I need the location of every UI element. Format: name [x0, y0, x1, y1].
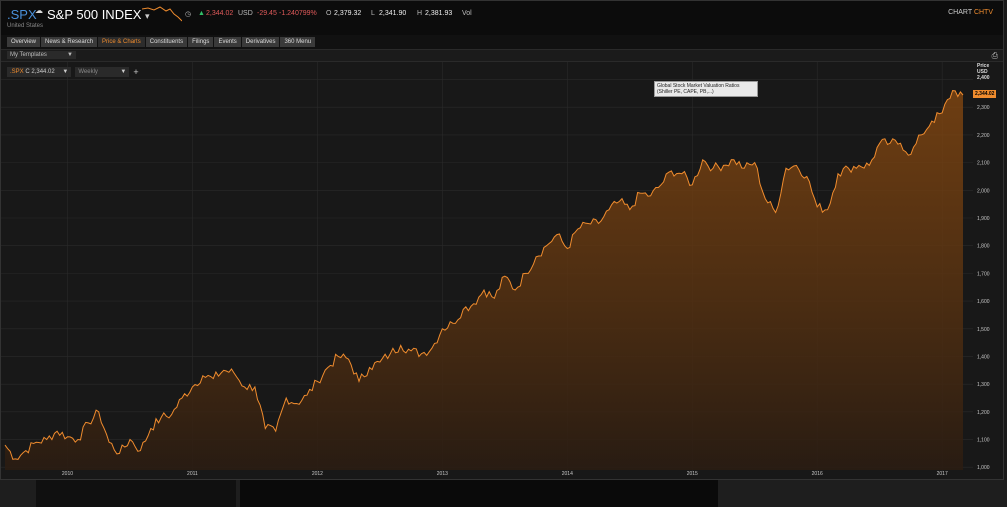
high-value: 2,381.93	[425, 10, 453, 17]
chart-code-link[interactable]: CHART CHTV	[948, 9, 993, 16]
ric-code[interactable]: .SPX	[7, 7, 37, 22]
template-select[interactable]: My Templates ▼	[7, 51, 76, 59]
tab-bar: Overview News & Research Price & Charts …	[7, 37, 316, 47]
y-tick-label: 1,500	[977, 327, 990, 333]
x-tick-label: 2017	[937, 471, 948, 477]
print-icon[interactable]: ⎙	[992, 51, 998, 61]
background-strip	[0, 480, 1007, 507]
interval-value: Weekly	[78, 69, 98, 75]
y-tick-label: 1,100	[977, 438, 990, 444]
x-tick-label: 2012	[312, 471, 323, 477]
y-tick-label: 2,300	[977, 105, 990, 111]
y-tick-label: 2,100	[977, 161, 990, 167]
volume-label: Vol	[462, 10, 472, 17]
series-value: C 2,344.02	[25, 69, 55, 75]
tab-derivatives[interactable]: Derivatives	[241, 37, 280, 47]
template-bar: My Templates ▼ ⎙	[1, 49, 1003, 62]
y-tick-label: 1,300	[977, 382, 990, 388]
chevron-down-icon: ▼	[67, 52, 73, 58]
y-tick-label: 1,400	[977, 354, 990, 360]
chart-toolbar: .SPX C 2,344.02 ▼ Weekly ▼ +	[7, 67, 139, 77]
x-tick-label: 2016	[812, 471, 823, 477]
pct-change: -1.240799%	[279, 10, 317, 17]
tab-events[interactable]: Events	[214, 37, 241, 47]
tab-news-research[interactable]: News & Research	[41, 37, 98, 47]
x-tick-label: 2014	[562, 471, 573, 477]
tab-constituents[interactable]: Constituents	[145, 37, 188, 47]
y-tick-label: 2,200	[977, 133, 990, 139]
series-chip[interactable]: .SPX C 2,344.02 ▼	[7, 67, 72, 77]
y-tick-label: 1,000	[977, 465, 990, 471]
chevron-down-icon: ▼	[120, 69, 127, 75]
instrument-name[interactable]: S&P 500 INDEX ▾	[47, 7, 150, 22]
tab-filings[interactable]: Filings	[188, 37, 214, 47]
tab-price-charts[interactable]: Price & Charts	[98, 37, 145, 47]
chart-label: CHART	[948, 9, 972, 16]
y-tick-label: 1,200	[977, 410, 990, 416]
y-tick-label: 1,800	[977, 244, 990, 250]
country-label: United States	[7, 23, 44, 29]
axis-head-top-tick: 2,400	[977, 75, 990, 81]
last-price: 2,344.02	[206, 10, 234, 17]
x-tick-label: 2015	[687, 471, 698, 477]
interval-select[interactable]: Weekly ▼	[75, 67, 130, 77]
net-change: -29.45	[257, 10, 277, 17]
up-arrow-icon: ▲	[198, 10, 205, 17]
price-area	[5, 90, 963, 470]
app-window: .SPX ☁ S&P 500 INDEX ▾ United States ◷ ▲…	[0, 0, 1004, 480]
series-ric: .SPX	[10, 69, 24, 75]
price-axis-header: Price USD 2,400	[977, 63, 990, 81]
last-price-tag: 2,344.02	[973, 90, 997, 98]
chart-code: CHTV	[973, 9, 993, 16]
background-block	[36, 480, 236, 507]
quote-header: .SPX ☁ S&P 500 INDEX ▾ United States ◷ ▲…	[1, 1, 1003, 35]
high-label: H	[417, 10, 423, 17]
template-select-value: My Templates	[10, 52, 47, 58]
low-value: 2,341.90	[379, 10, 407, 17]
background-block	[240, 480, 718, 507]
currency-label: USD	[238, 10, 253, 17]
y-tick-label: 1,700	[977, 271, 990, 277]
x-tick-label: 2010	[62, 471, 73, 477]
ric-link-icon[interactable]: ☁	[35, 6, 43, 15]
sparkline-icon	[142, 6, 182, 22]
clock-icon: ◷	[185, 11, 192, 18]
instrument-name-text: S&P 500 INDEX	[47, 7, 142, 22]
y-axis: 1,000 1,100 1,200 1,300 1,400 1,500 1,600 1,700…	[977, 105, 990, 471]
tab-360-menu[interactable]: 360 Menu	[280, 37, 316, 47]
x-axis: 2010 2011 2012 2013 2014 2015 2016 2017	[62, 471, 948, 477]
tab-overview[interactable]: Overview	[7, 37, 41, 47]
chevron-down-icon: ▼	[62, 69, 69, 75]
valuation-tooltip: Global Stock Market Valuation Ratios (Sh…	[654, 81, 758, 97]
y-tick-label: 1,600	[977, 299, 990, 305]
y-tick-label: 1,900	[977, 216, 990, 222]
price-chart[interactable]: 1,000 1,100 1,200 1,300 1,400 1,500 1,600 1,700…	[1, 62, 1003, 479]
open-label: O	[326, 10, 332, 17]
add-series-button[interactable]: +	[133, 67, 138, 77]
y-tick-label: 2,000	[977, 188, 990, 194]
open-value: 2,379.32	[334, 10, 362, 17]
x-tick-label: 2011	[187, 471, 198, 477]
x-tick-label: 2013	[437, 471, 448, 477]
low-label: L	[371, 10, 375, 17]
